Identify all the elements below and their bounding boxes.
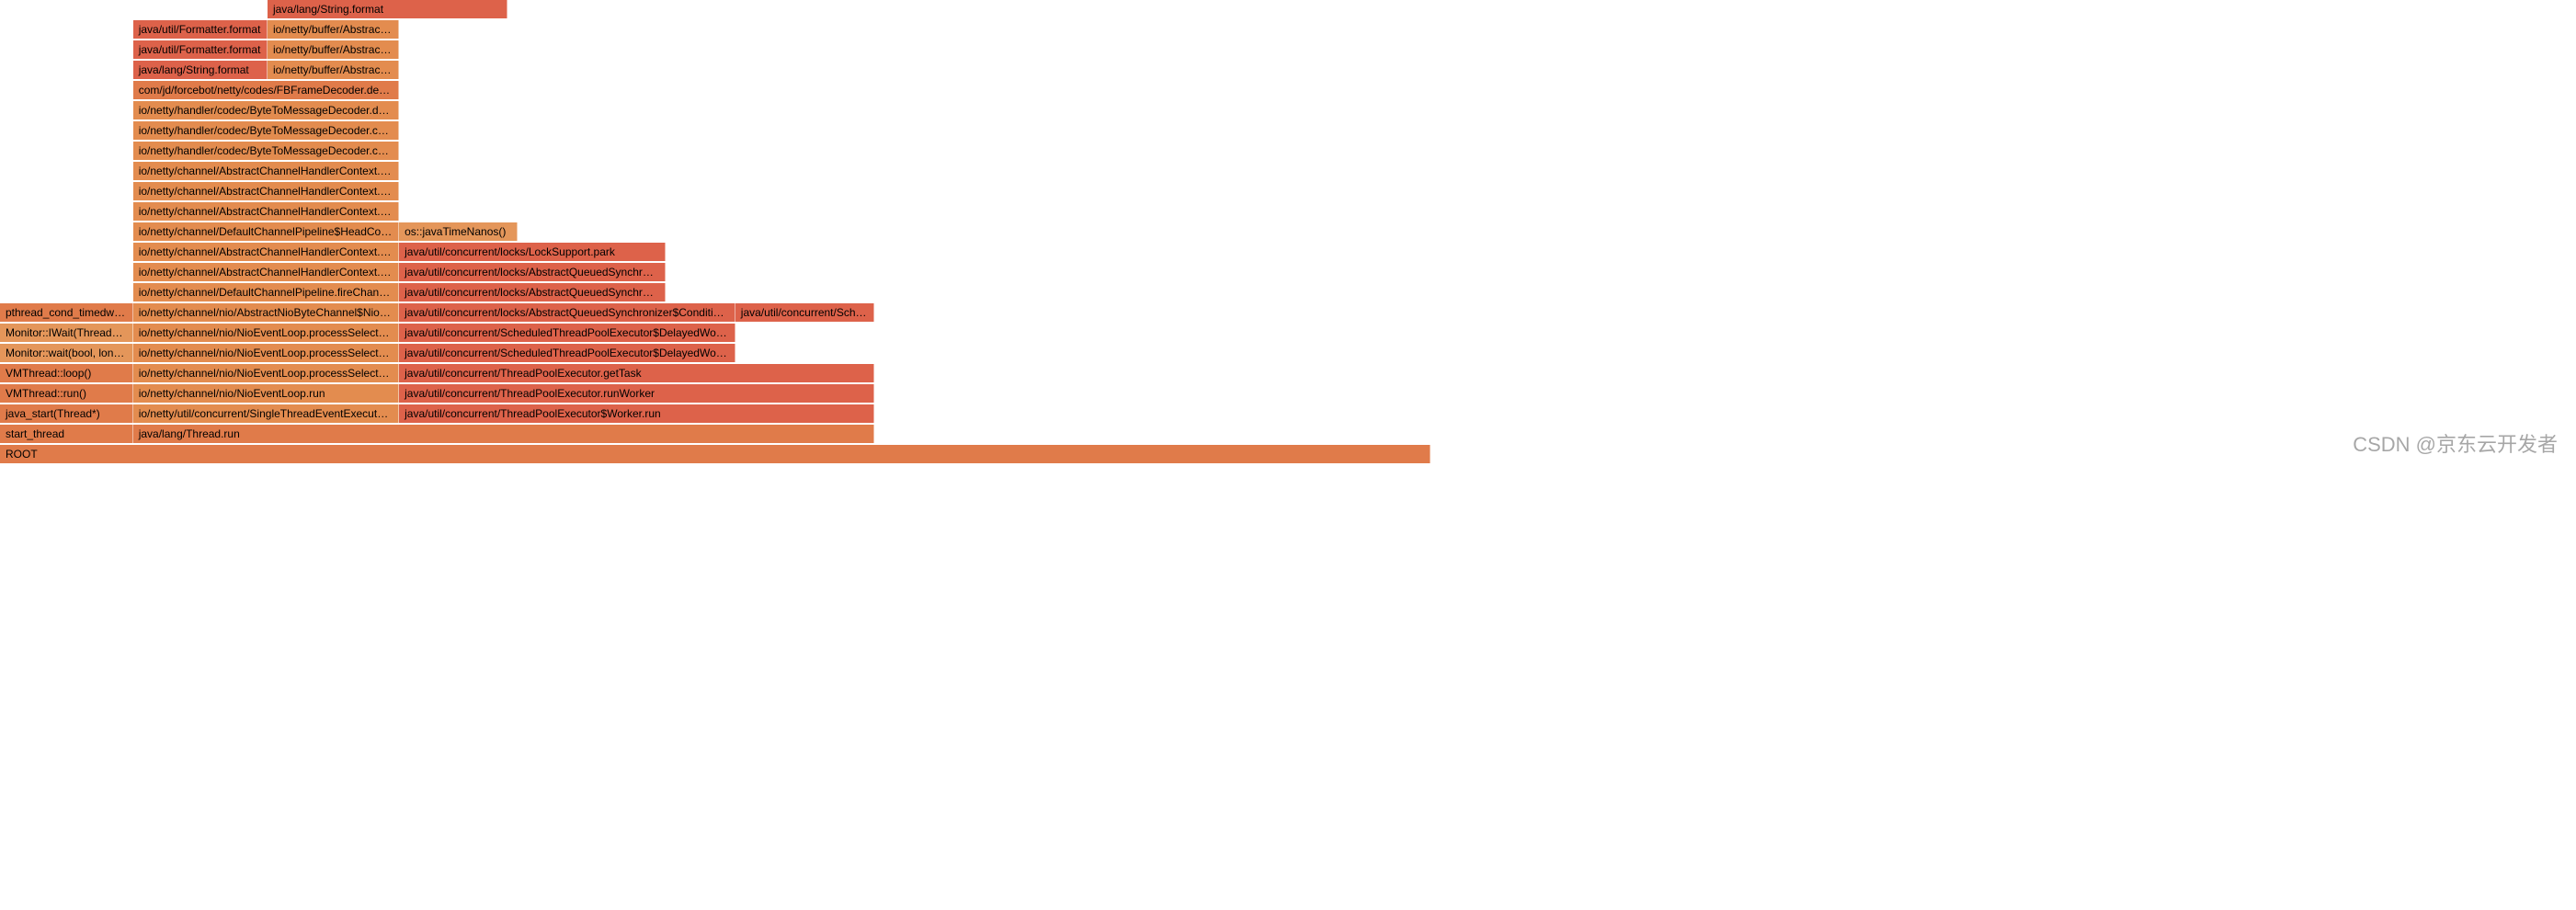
flame-row: start_threadjava/lang/Thread.run: [0, 425, 2576, 445]
flame-row: io/netty/channel/AbstractChannelHandlerC…: [0, 162, 2576, 182]
flame-frame[interactable]: io/netty/channel/AbstractChannelHandlerC…: [133, 162, 399, 180]
flame-frame[interactable]: io/netty/channel/nio/NioEventLoop.proces…: [133, 344, 399, 362]
flame-frame[interactable]: io/netty/channel/AbstractChannelHandlerC…: [133, 202, 399, 221]
flame-frame[interactable]: java/util/concurrent/ScheduledThreadPool…: [735, 303, 874, 322]
flame-frame[interactable]: io/netty/channel/nio/NioEventLoop.run: [133, 384, 399, 403]
flame-frame[interactable]: pthread_cond_timedwait@@GLIBC_2.3.2: [0, 303, 133, 322]
flame-row: io/netty/channel/AbstractChannelHandlerC…: [0, 182, 2576, 202]
flame-frame[interactable]: io/netty/buffer/AbstractByteBufAllocator…: [268, 40, 399, 59]
flame-frame[interactable]: java/util/concurrent/locks/AbstractQueue…: [399, 263, 665, 281]
flame-frame[interactable]: java/lang/String.format: [133, 61, 268, 79]
flame-row: java/util/Formatter.formatio/netty/buffe…: [0, 40, 2576, 61]
flame-frame[interactable]: io/netty/util/concurrent/SingleThreadEve…: [133, 404, 399, 423]
flame-frame[interactable]: java/util/Formatter.format: [133, 20, 268, 39]
flame-frame[interactable]: io/netty/handler/codec/ByteToMessageDeco…: [133, 121, 399, 140]
flame-frame[interactable]: io/netty/buffer/AbstractByteBufAllocator…: [268, 20, 399, 39]
flame-frame[interactable]: io/netty/buffer/AbstractByteBuf.readByte…: [268, 61, 399, 79]
flame-row: java/util/Formatter.formatio/netty/buffe…: [0, 20, 2576, 40]
flame-row: io/netty/handler/codec/ByteToMessageDeco…: [0, 121, 2576, 142]
flame-frame[interactable]: java/lang/Thread.run: [133, 425, 874, 443]
flame-frame[interactable]: io/netty/channel/AbstractChannelHandlerC…: [133, 182, 399, 200]
flame-row: io/netty/channel/DefaultChannelPipeline$…: [0, 222, 2576, 243]
flame-frame[interactable]: io/netty/channel/AbstractChannelHandlerC…: [133, 243, 399, 261]
flame-frame[interactable]: io/netty/channel/nio/NioEventLoop.proces…: [133, 364, 399, 382]
flame-row: io/netty/channel/AbstractChannelHandlerC…: [0, 263, 2576, 283]
flame-frame[interactable]: VMThread::run(): [0, 384, 133, 403]
flame-frame[interactable]: Monitor::wait(bool, long, bool): [0, 344, 133, 362]
flame-frame[interactable]: os::javaTimeNanos(): [399, 222, 518, 241]
flame-frame[interactable]: io/netty/handler/codec/ByteToMessageDeco…: [133, 101, 399, 119]
flame-row: VMThread::run()io/netty/channel/nio/NioE…: [0, 384, 2576, 404]
flame-row: io/netty/channel/AbstractChannelHandlerC…: [0, 202, 2576, 222]
flame-row: VMThread::loop()io/netty/channel/nio/Nio…: [0, 364, 2576, 384]
flame-frame[interactable]: io/netty/channel/DefaultChannelPipeline.…: [133, 283, 399, 301]
flame-row: io/netty/handler/codec/ByteToMessageDeco…: [0, 101, 2576, 121]
flame-row: java/lang/String.formatio/netty/buffer/A…: [0, 61, 2576, 81]
flame-frame[interactable]: com/jd/forcebot/netty/codes/FBFrameDecod…: [133, 81, 399, 99]
flame-row: ROOT: [0, 445, 2576, 465]
flame-frame[interactable]: java/util/concurrent/ScheduledThreadPool…: [399, 344, 735, 362]
flame-frame[interactable]: java_start(Thread*): [0, 404, 133, 423]
flame-frame[interactable]: io/netty/channel/DefaultChannelPipeline$…: [133, 222, 399, 241]
flame-row: java/lang/String.format: [0, 0, 2576, 20]
flame-row: pthread_cond_timedwait@@GLIBC_2.3.2io/ne…: [0, 303, 2576, 324]
flame-frame[interactable]: start_thread: [0, 425, 133, 443]
flame-frame[interactable]: java/util/concurrent/ScheduledThreadPool…: [399, 324, 735, 342]
flame-frame[interactable]: java/util/concurrent/ThreadPoolExecutor.…: [399, 364, 874, 382]
flame-frame[interactable]: io/netty/channel/AbstractChannelHandlerC…: [133, 263, 399, 281]
flame-row: Monitor::wait(bool, long, bool)io/netty/…: [0, 344, 2576, 364]
flame-row: io/netty/channel/DefaultChannelPipeline.…: [0, 283, 2576, 303]
flame-row: com/jd/forcebot/netty/codes/FBFrameDecod…: [0, 81, 2576, 101]
flame-row: io/netty/channel/AbstractChannelHandlerC…: [0, 243, 2576, 263]
flame-frame[interactable]: VMThread::loop(): [0, 364, 133, 382]
flame-frame[interactable]: java/util/concurrent/locks/AbstractQueue…: [399, 303, 735, 322]
flame-row: io/netty/handler/codec/ByteToMessageDeco…: [0, 142, 2576, 162]
flame-frame[interactable]: java/util/concurrent/locks/LockSupport.p…: [399, 243, 665, 261]
flame-frame[interactable]: java/util/Formatter.format: [133, 40, 268, 59]
flame-frame[interactable]: io/netty/channel/nio/NioEventLoop.proces…: [133, 324, 399, 342]
flame-frame[interactable]: io/netty/handler/codec/ByteToMessageDeco…: [133, 142, 399, 160]
flame-frame[interactable]: java/lang/String.format: [268, 0, 507, 18]
flame-frame[interactable]: ROOT: [0, 445, 1430, 463]
flame-row: Monitor::IWait(Thread*, long)io/netty/ch…: [0, 324, 2576, 344]
flame-frame[interactable]: java/util/concurrent/ThreadPoolExecutor$…: [399, 404, 874, 423]
flame-row: java_start(Thread*)io/netty/util/concurr…: [0, 404, 2576, 425]
flame-frame[interactable]: io/netty/channel/nio/AbstractNioByteChan…: [133, 303, 399, 322]
flame-frame[interactable]: java/util/concurrent/ThreadPoolExecutor.…: [399, 384, 874, 403]
flame-frame[interactable]: java/util/concurrent/locks/AbstractQueue…: [399, 283, 665, 301]
flamegraph[interactable]: java/lang/String.formatjava/util/Formatt…: [0, 0, 2576, 465]
flame-frame[interactable]: Monitor::IWait(Thread*, long): [0, 324, 133, 342]
